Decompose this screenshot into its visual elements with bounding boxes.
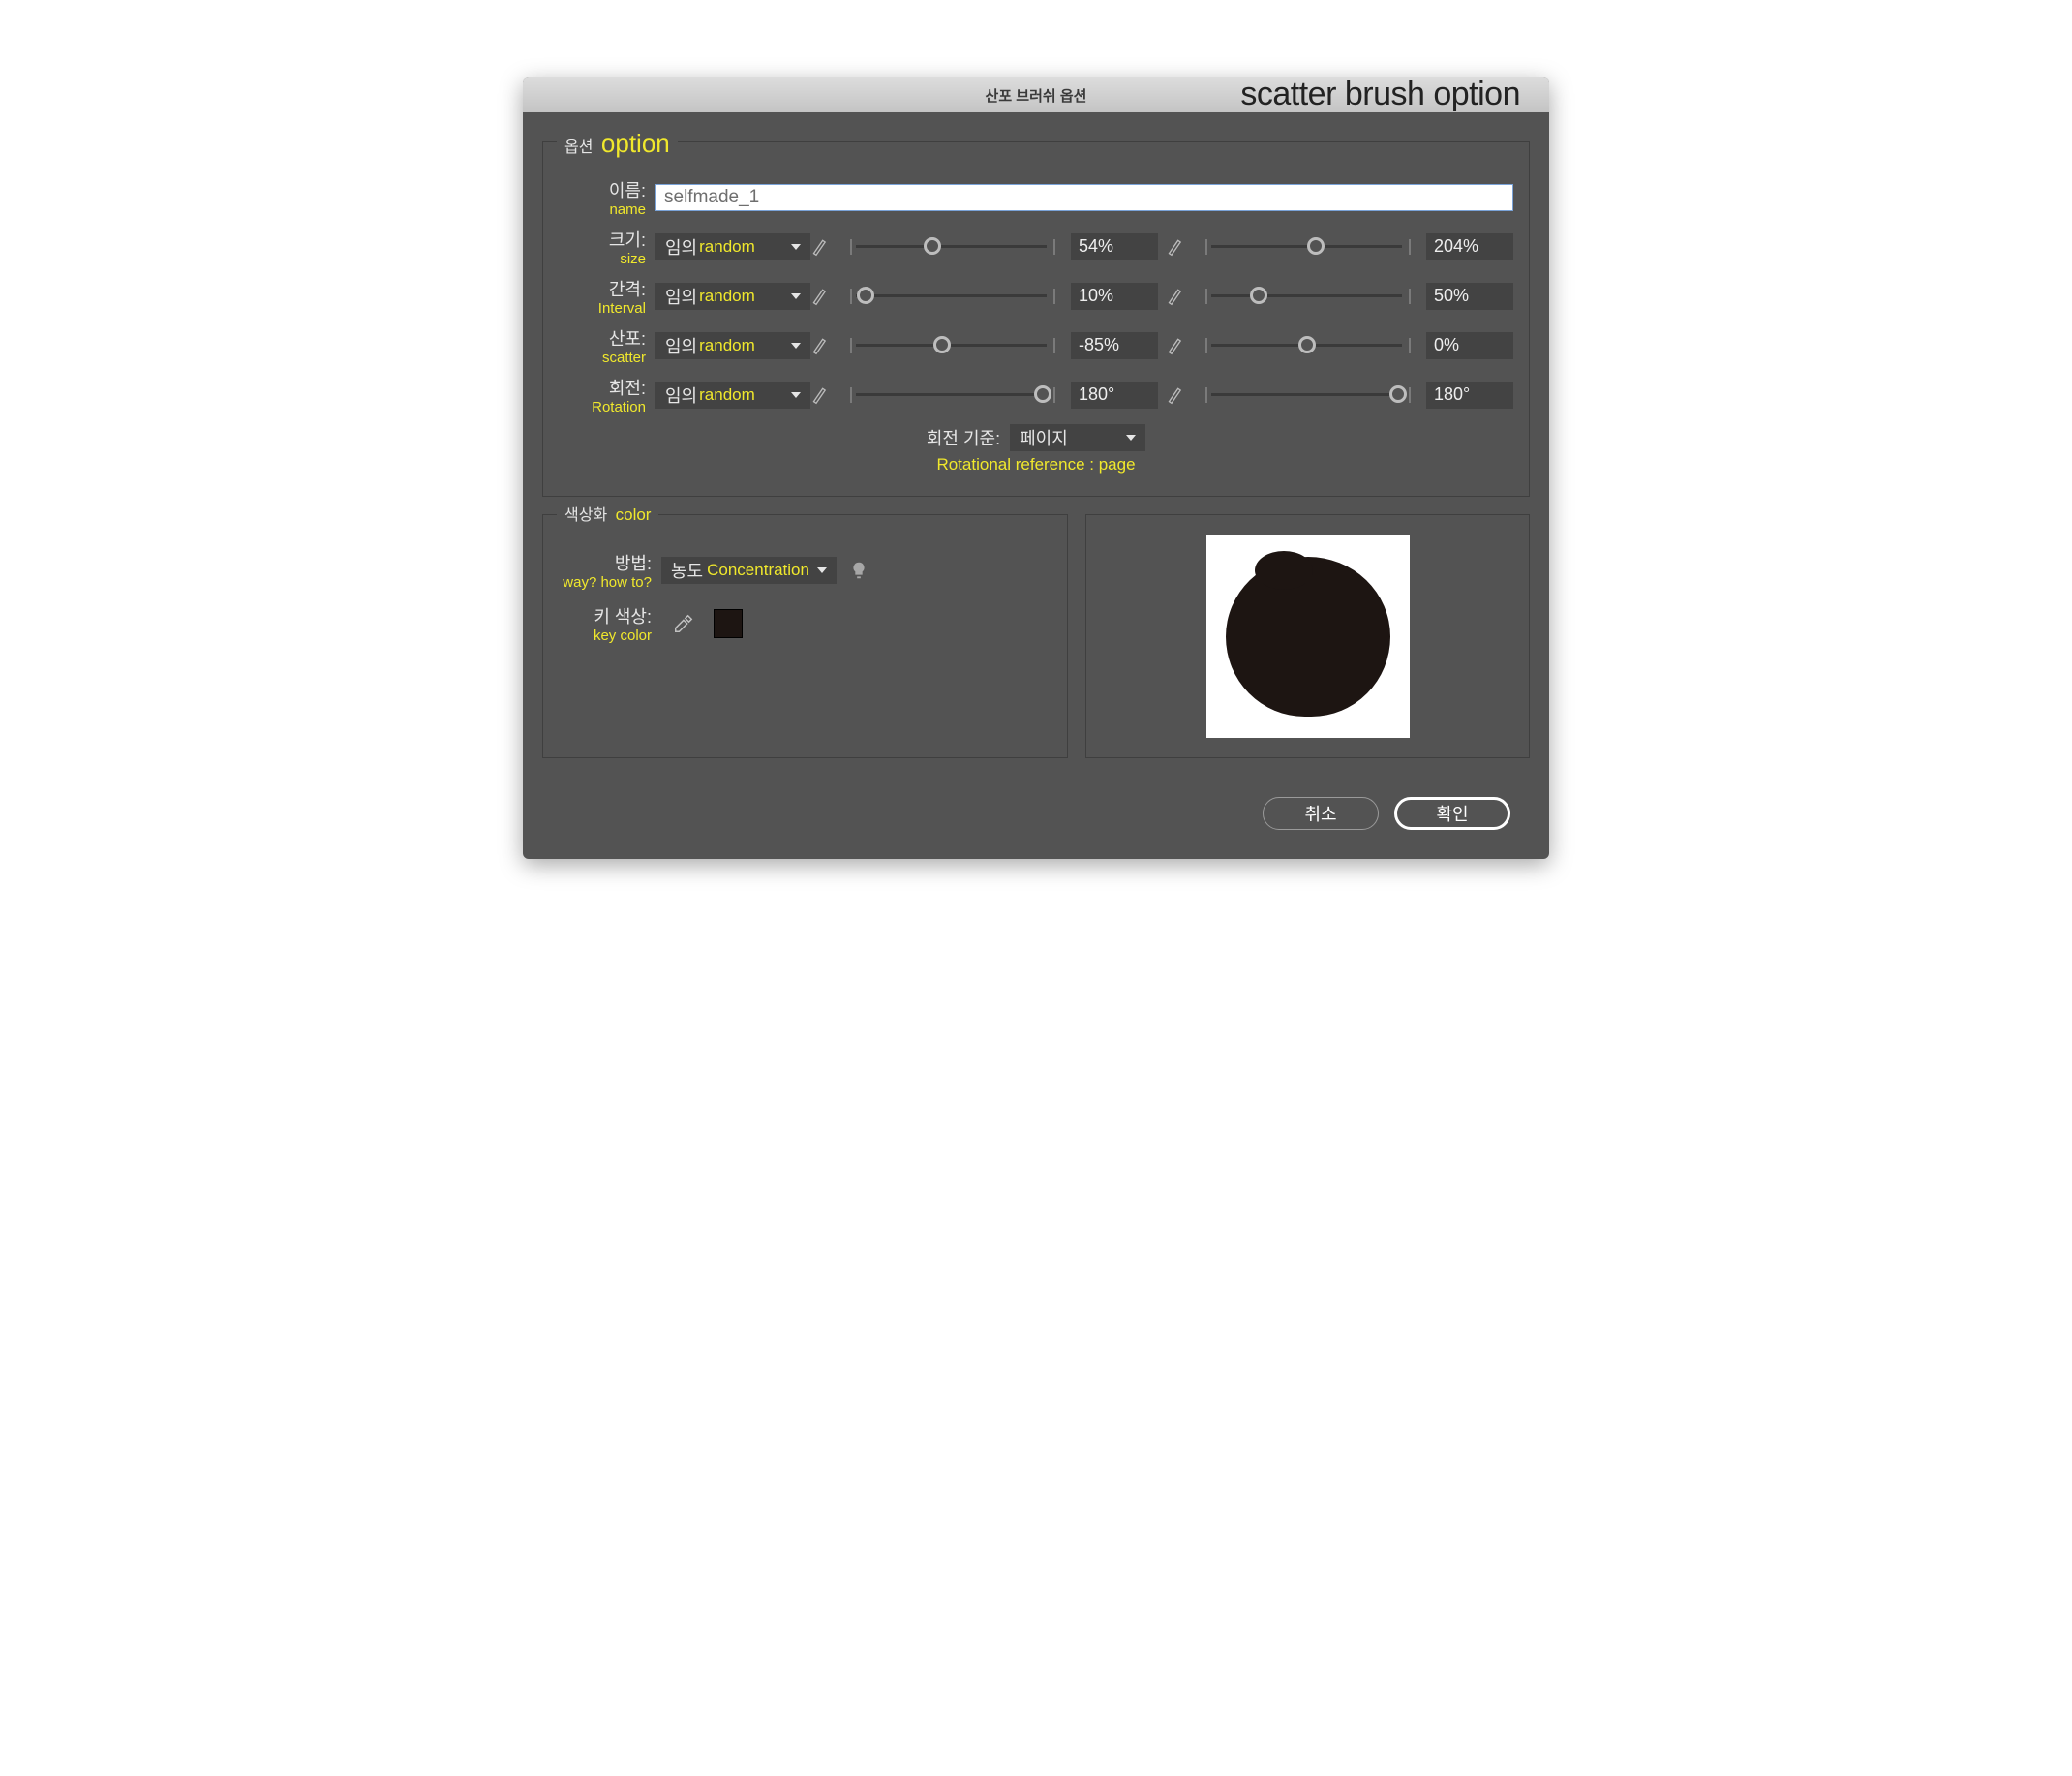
name-label: 이름: name (559, 177, 646, 217)
brush-preview (1206, 535, 1410, 738)
pen-icon (1166, 384, 1187, 406)
rotation-reference: 회전 기준: 페이지 Rotational reference : page (559, 424, 1513, 475)
rotation-mode-dropdown[interactable]: 임의random (655, 382, 810, 409)
eyedropper-icon[interactable] (673, 613, 694, 634)
size-value-2[interactable]: 204% (1426, 233, 1513, 260)
scatter-value-1[interactable]: -85% (1071, 332, 1158, 359)
rotation-slider-1[interactable] (847, 383, 1055, 407)
rotation-value-2[interactable]: 180° (1426, 382, 1513, 409)
rotation-ref-label: 회전 기준: (927, 425, 1000, 450)
size-row: 크기: size 임의random 54% (559, 227, 1513, 266)
interval-slider-1[interactable] (847, 285, 1055, 308)
interval-value-2[interactable]: 50% (1426, 283, 1513, 310)
method-row: 방법: way? how to? 농도 Concentration (559, 550, 1051, 590)
interval-value-1[interactable]: 10% (1071, 283, 1158, 310)
pen-icon (1166, 335, 1187, 356)
name-row: 이름: name (559, 177, 1513, 217)
color-legend: 색상화 color (557, 502, 658, 525)
interval-row: 간격: Interval 임의random 10% (559, 276, 1513, 316)
rotation-label: 회전: Rotation (559, 375, 646, 414)
size-slider-2[interactable] (1203, 235, 1411, 259)
pen-icon (1166, 236, 1187, 258)
pen-icon (810, 236, 832, 258)
scatter-mode-dropdown[interactable]: 임의random (655, 332, 810, 359)
method-label: 방법: way? how to? (559, 550, 652, 590)
key-color-label: 키 색상: key color (559, 603, 652, 643)
preview-panel (1085, 514, 1530, 758)
scatter-slider-1[interactable] (847, 334, 1055, 357)
tip-icon[interactable] (848, 560, 869, 581)
rotation-value-1[interactable]: 180° (1071, 382, 1158, 409)
options-fieldset: 옵션 option 이름: name 크기: size 임의random (542, 141, 1530, 497)
scatter-value-2[interactable]: 0% (1426, 332, 1513, 359)
rotation-ref-dropdown[interactable]: 페이지 (1010, 424, 1145, 451)
rotation-ref-annotation: Rotational reference : page (936, 455, 1135, 475)
cancel-button[interactable]: 취소 (1263, 797, 1379, 830)
title-en-annotation: scatter brush option (1240, 76, 1520, 113)
titlebar[interactable]: 산포 브러쉬 옵션 scatter brush option (523, 77, 1549, 112)
title-ko: 산포 브러쉬 옵션 (986, 85, 1087, 106)
options-legend: 옵션 option (557, 129, 678, 159)
dialog-actions: 취소 확인 (542, 776, 1530, 830)
scatter-slider-2[interactable] (1203, 334, 1411, 357)
size-label: 크기: size (559, 227, 646, 266)
size-value-1[interactable]: 54% (1071, 233, 1158, 260)
scatter-row: 산포: scatter 임의random -85% (559, 325, 1513, 365)
rotation-slider-2[interactable] (1203, 383, 1411, 407)
interval-label: 간격: Interval (559, 276, 646, 316)
size-mode-dropdown[interactable]: 임의random (655, 233, 810, 260)
brush-shape (1226, 557, 1390, 717)
key-color-row: 키 색상: key color (559, 603, 1051, 643)
ok-button[interactable]: 확인 (1394, 797, 1510, 830)
key-color-swatch[interactable] (714, 609, 743, 638)
scatter-label: 산포: scatter (559, 325, 646, 365)
pen-icon (810, 335, 832, 356)
size-slider-1[interactable] (847, 235, 1055, 259)
method-dropdown[interactable]: 농도 Concentration (661, 557, 837, 584)
color-fieldset: 색상화 color 방법: way? how to? 농도 Concentrat… (542, 514, 1068, 758)
pen-icon (810, 384, 832, 406)
rotation-row: 회전: Rotation 임의random 180° (559, 375, 1513, 414)
pen-icon (1166, 286, 1187, 307)
interval-mode-dropdown[interactable]: 임의random (655, 283, 810, 310)
name-input[interactable] (655, 184, 1513, 211)
interval-slider-2[interactable] (1203, 285, 1411, 308)
scatter-brush-option-dialog: 산포 브러쉬 옵션 scatter brush option 옵션 option… (523, 77, 1549, 859)
pen-icon (810, 286, 832, 307)
